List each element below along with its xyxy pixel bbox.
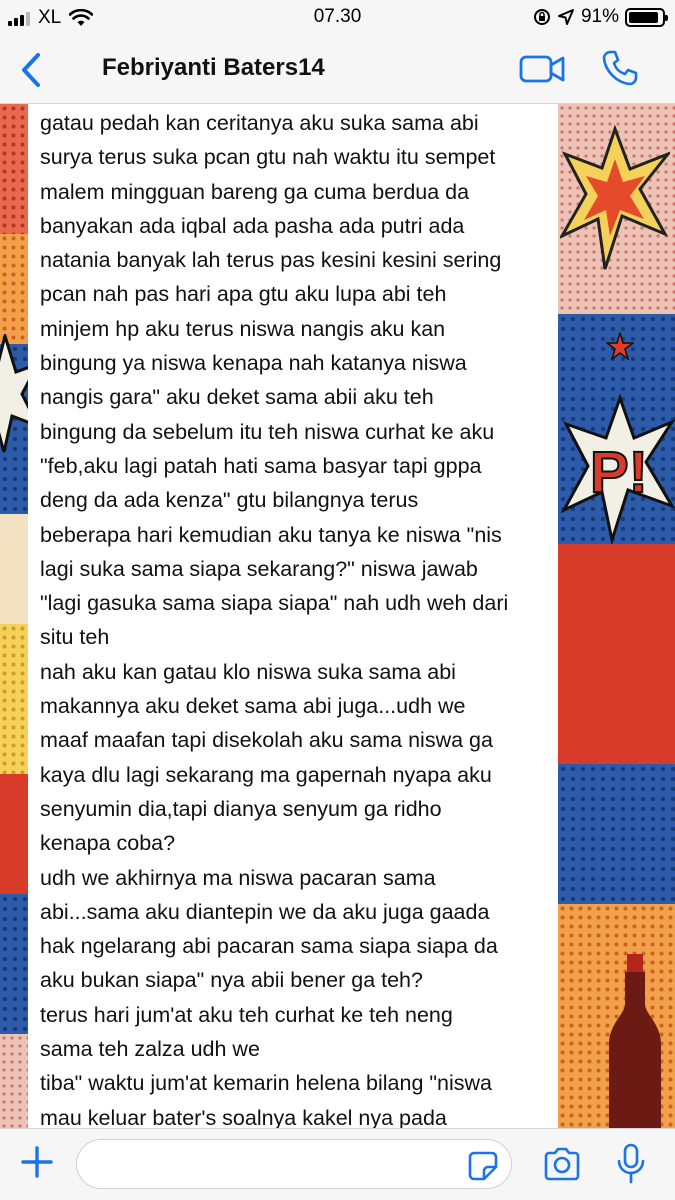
message-line: bingung da sebelum itu teh niswa curhat … bbox=[40, 419, 495, 444]
message-line: lagi suka sama siapa sekarang?" niswa ja… bbox=[40, 556, 478, 581]
message-line: senyumin dia,tapi dianya senyum ga ridho bbox=[40, 796, 442, 821]
message-line: abi...sama aku diantepin we da aku juga … bbox=[40, 899, 490, 924]
message-line: situ teh bbox=[40, 625, 110, 650]
wallpaper-panel bbox=[0, 514, 30, 624]
wallpaper-panel bbox=[0, 104, 30, 234]
message-line: malem mingguan bareng ga cuma berdua da bbox=[40, 179, 470, 204]
location-arrow-icon bbox=[557, 9, 574, 25]
message-line: "lagi gasuka sama siapa siapa" nah udh w… bbox=[40, 591, 509, 616]
phone-icon[interactable] bbox=[600, 48, 640, 88]
message-line: nangis gara" aku deket sama abii aku teh bbox=[40, 385, 434, 410]
battery-icon bbox=[625, 7, 668, 27]
message-line: surya terus suka pcan gtu nah waktu itu … bbox=[40, 145, 496, 170]
status-right: 91% bbox=[533, 6, 668, 28]
message-line: makannya aku deket sama abi juga...udh w… bbox=[40, 694, 466, 719]
wallpaper-panel bbox=[0, 234, 30, 344]
sticker-icon[interactable] bbox=[466, 1149, 500, 1183]
wallpaper-panel bbox=[0, 774, 30, 894]
message-line: hak ngelarang abi pacaran sama siapa sia… bbox=[40, 934, 498, 959]
wallpaper-panel bbox=[0, 1034, 30, 1128]
comic-burst-icon bbox=[560, 124, 670, 270]
status-bar: XL 07.30 91% bbox=[0, 0, 675, 34]
message-line: deng da ada kenza" gtu bilangnya terus bbox=[40, 488, 419, 513]
wallpaper-panel bbox=[0, 624, 30, 774]
comic-burst-icon: P! bbox=[560, 394, 675, 544]
message-line: gatau pedah kan ceritanya aku suka sama … bbox=[40, 111, 479, 135]
chat-header: Febriyanti Baters14 bbox=[0, 34, 675, 104]
svg-text:P!: P! bbox=[590, 440, 648, 505]
microphone-icon[interactable] bbox=[616, 1143, 646, 1185]
message-line: pcan nah pas hari apa gtu aku lupa abi t… bbox=[40, 282, 447, 307]
message-line: udh we akhirnya ma niswa pacaran sama bbox=[40, 865, 436, 890]
plus-icon[interactable] bbox=[20, 1145, 54, 1179]
message-line: beberapa hari kemudian aku tanya ke nisw… bbox=[40, 522, 502, 547]
wallpaper-panel bbox=[558, 544, 675, 764]
battery-percent: 91% bbox=[580, 6, 619, 27]
message-line: nah aku kan gatau klo niswa suka sama ab… bbox=[40, 659, 456, 684]
star-icon bbox=[606, 332, 634, 360]
message-line: minjem hp aku terus niswa nangis aku kan bbox=[40, 316, 446, 341]
bottle-icon bbox=[609, 954, 661, 1128]
orientation-lock-icon bbox=[533, 9, 550, 25]
battery-fill bbox=[629, 11, 659, 23]
camera-icon[interactable] bbox=[542, 1146, 582, 1182]
message-text: gatau pedah kan ceritanya aku suka sama … bbox=[40, 106, 556, 1128]
message-line: natania banyak lah terus pas kesini kesi… bbox=[40, 248, 502, 273]
message-line: tiba" waktu jum'at kemarin helena bilang… bbox=[40, 1071, 492, 1096]
message-bubble[interactable]: gatau pedah kan ceritanya aku suka sama … bbox=[28, 104, 558, 1128]
chat-area[interactable]: P! gatau pedah kan ceritanya aku suka sa… bbox=[0, 104, 675, 1128]
wallpaper-panel bbox=[0, 894, 30, 1034]
contact-name[interactable]: Febriyanti Baters14 bbox=[102, 54, 325, 82]
message-line: "feb,aku lagi patah hati sama basyar tap… bbox=[40, 453, 482, 478]
input-bar bbox=[0, 1128, 675, 1200]
message-line: sama teh zalza udh we bbox=[40, 1037, 260, 1062]
video-call-icon[interactable] bbox=[518, 52, 566, 86]
message-line: mau keluar bater's soalnya kakel nya pad… bbox=[40, 1105, 447, 1128]
message-line: terus hari jum'at aku teh curhat ke teh … bbox=[40, 1002, 453, 1027]
message-line: aku bukan siapa" nya abii bener ga teh? bbox=[40, 968, 423, 993]
message-line: kenapa coba? bbox=[40, 831, 176, 856]
back-chevron-icon[interactable] bbox=[16, 50, 48, 90]
message-line: kaya dlu lagi sekarang ma gapernah nyapa… bbox=[40, 762, 492, 787]
message-line: maaf maafan tapi disekolah aku sama nisw… bbox=[40, 728, 493, 753]
message-line: banyakan ada iqbal ada pasha ada putri a… bbox=[40, 213, 465, 238]
wallpaper-panel bbox=[558, 764, 675, 904]
message-line: bingung ya niswa kenapa nah katanya nisw… bbox=[40, 351, 467, 376]
message-input[interactable] bbox=[76, 1139, 512, 1189]
